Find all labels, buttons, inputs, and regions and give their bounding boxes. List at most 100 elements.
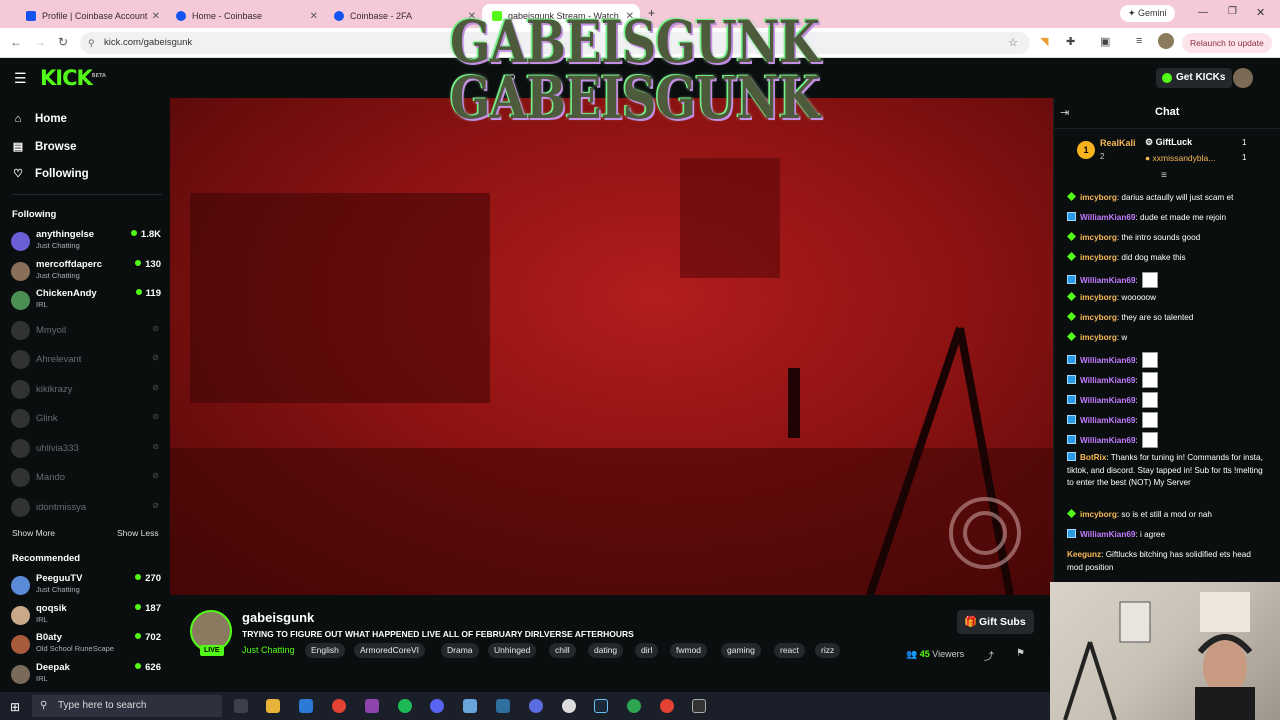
- close-icon[interactable]: ✕: [152, 11, 160, 22]
- window-close-button[interactable]: ✕: [1256, 6, 1265, 19]
- minimize-button[interactable]: —: [1198, 7, 1208, 18]
- chat-username[interactable]: WilliamKian69: [1080, 530, 1135, 539]
- share-icon[interactable]: ⤴: [984, 648, 994, 663]
- chat-username[interactable]: WilliamKian69: [1080, 436, 1135, 445]
- chat-username[interactable]: WilliamKian69: [1080, 276, 1135, 285]
- sidebar-channel[interactable]: B0aty Old School RuneScape 702: [11, 632, 161, 658]
- stream-tag[interactable]: dirl: [635, 643, 659, 658]
- chat-username[interactable]: WilliamKian69: [1080, 356, 1135, 365]
- stream-tag[interactable]: ArmoredCoreVI: [354, 643, 426, 658]
- outlook-icon[interactable]: [299, 699, 313, 713]
- stream-tag[interactable]: react: [774, 643, 805, 658]
- chat-username[interactable]: imcyborg: [1080, 193, 1117, 202]
- category-link[interactable]: Just Chatting: [242, 645, 295, 655]
- stream-tag[interactable]: chill: [549, 643, 576, 658]
- app-icon[interactable]: [692, 699, 706, 713]
- nav-browse[interactable]: ▤ Browse: [12, 140, 77, 154]
- collapse-chat-icon[interactable]: ⇥: [1060, 106, 1069, 119]
- sidebar-channel[interactable]: ChickenAndy IRL 119: [11, 288, 161, 314]
- sidebar-channel[interactable]: Glink ⊘: [11, 406, 161, 432]
- chat-username[interactable]: imcyborg: [1080, 293, 1117, 302]
- chat-username[interactable]: Keegunz: [1067, 550, 1101, 559]
- coinbase-icon: [334, 11, 344, 21]
- hamburger-menu-icon[interactable]: ☰: [14, 70, 27, 87]
- reload-icon[interactable]: ↻: [58, 35, 68, 49]
- gift-subs-button[interactable]: 🎁 Gift Subs: [957, 610, 1034, 634]
- nav-home[interactable]: ⌂ Home: [12, 113, 67, 125]
- chrome-icon[interactable]: [332, 699, 346, 713]
- sidebar-channel[interactable]: Mmyoil ⊘: [11, 318, 161, 344]
- report-icon[interactable]: ⚑: [1016, 648, 1025, 659]
- coinbase-icon: [26, 11, 36, 21]
- site-info-icon[interactable]: ⚲: [88, 32, 95, 54]
- chat-username[interactable]: imcyborg: [1080, 253, 1117, 262]
- media-icon[interactable]: ≡: [1136, 35, 1142, 47]
- browser-tab[interactable]: Home - Coinbase ✕: [166, 4, 324, 28]
- app-icon[interactable]: [529, 699, 543, 713]
- screen-icon[interactable]: ▣: [1100, 35, 1110, 48]
- chat-username[interactable]: WilliamKian69: [1080, 376, 1135, 385]
- leaderboard-user[interactable]: ⚙ GiftLuck: [1145, 137, 1192, 148]
- nav-following[interactable]: ♡ Following: [12, 167, 89, 181]
- user-avatar[interactable]: [1233, 68, 1253, 88]
- channel-name[interactable]: gabeisgunk: [242, 610, 314, 625]
- chat-username[interactable]: imcyborg: [1080, 510, 1117, 519]
- extensions-icon[interactable]: ✚: [1066, 35, 1075, 48]
- steam-icon[interactable]: [594, 699, 608, 713]
- relaunch-button[interactable]: Relaunch to update: [1182, 33, 1272, 53]
- chrome-icon[interactable]: [627, 699, 641, 713]
- maximize-button[interactable]: ❐: [1228, 6, 1237, 17]
- show-less-link[interactable]: Show Less: [117, 528, 159, 538]
- sidebar-channel[interactable]: uhlivia333 ⊘: [11, 436, 161, 462]
- discord-icon[interactable]: [430, 699, 444, 713]
- stream-tag[interactable]: gaming: [721, 643, 761, 658]
- file-explorer-icon[interactable]: [266, 699, 280, 713]
- forward-icon[interactable]: →: [34, 35, 46, 49]
- profile-avatar[interactable]: [1158, 33, 1174, 49]
- spotify-icon[interactable]: [398, 699, 412, 713]
- video-player[interactable]: [170, 98, 1053, 595]
- leaderboard-user[interactable]: RealKali: [1100, 138, 1136, 148]
- stream-tag[interactable]: Unhinged: [488, 643, 537, 658]
- stream-tag[interactable]: dating: [588, 643, 624, 658]
- task-view-icon[interactable]: [234, 699, 248, 713]
- browser-tab[interactable]: Profile | Coinbase Account ✕: [16, 4, 166, 28]
- bookmark-star-icon[interactable]: ☆: [1008, 32, 1018, 54]
- stream-tag[interactable]: English: [305, 643, 345, 658]
- chat-username[interactable]: imcyborg: [1080, 313, 1117, 322]
- sidebar-channel[interactable]: kikikrazy ⊘: [11, 377, 161, 403]
- sidebar-channel[interactable]: Ahrelevant ⊘: [11, 347, 161, 373]
- close-icon[interactable]: ✕: [310, 11, 318, 22]
- chat-username[interactable]: WilliamKian69: [1080, 396, 1135, 405]
- sidebar-channel[interactable]: qoqsik IRL 187: [11, 603, 161, 629]
- stream-tag[interactable]: rizz: [815, 643, 841, 658]
- show-more-link[interactable]: Show More: [12, 528, 55, 538]
- rss-icon[interactable]: ◥: [1040, 35, 1048, 48]
- sidebar-channel[interactable]: mercoffdaperc Just Chatting 130: [11, 259, 161, 285]
- sidebar-channel[interactable]: idontmissya ⊘: [11, 495, 161, 521]
- gemini-button[interactable]: ✦ Gemini: [1120, 5, 1175, 22]
- back-icon[interactable]: ←: [10, 35, 22, 49]
- chat-username[interactable]: WilliamKian69: [1080, 213, 1135, 222]
- stream-tag[interactable]: Drama: [441, 643, 479, 658]
- sidebar-channel[interactable]: anythingelse Just Chatting 1.8K: [11, 229, 161, 255]
- stream-tag[interactable]: fwmod: [670, 643, 708, 658]
- taskbar-search-input[interactable]: ⚲ Type here to search: [32, 695, 222, 717]
- chat-username[interactable]: imcyborg: [1080, 233, 1117, 242]
- get-kicks-button[interactable]: Get KICKs: [1156, 68, 1233, 88]
- sidebar-channel[interactable]: Mando ⊘: [11, 465, 161, 491]
- leaderboard-user[interactable]: ● xxmissandybla...: [1145, 153, 1215, 163]
- expand-leaderboard-icon[interactable]: ≡: [1161, 170, 1167, 181]
- twitch-icon[interactable]: [365, 699, 379, 713]
- obs-icon[interactable]: [562, 699, 576, 713]
- app-icon[interactable]: [496, 699, 510, 713]
- sidebar-channel[interactable]: PeeguuTV Just Chatting 270: [11, 573, 161, 599]
- sidebar-channel[interactable]: Deepak IRL 626: [11, 662, 161, 688]
- chat-username[interactable]: BotRix: [1080, 453, 1106, 462]
- chat-username[interactable]: WilliamKian69: [1080, 416, 1135, 425]
- kick-logo[interactable]: KICKBETA: [40, 66, 106, 90]
- chat-username[interactable]: imcyborg: [1080, 333, 1117, 342]
- windows-start-icon[interactable]: ⊞: [10, 700, 20, 714]
- notepad-icon[interactable]: [463, 699, 477, 713]
- chrome-icon[interactable]: [660, 699, 674, 713]
